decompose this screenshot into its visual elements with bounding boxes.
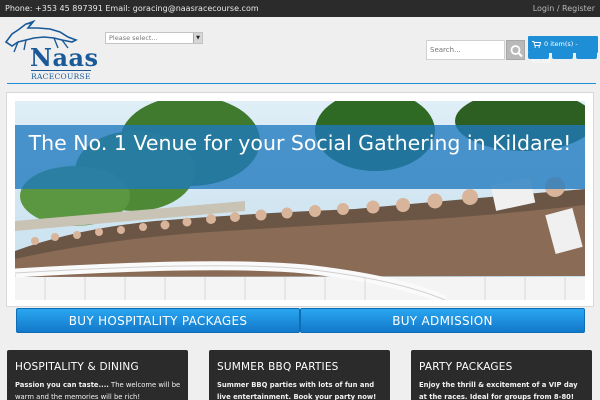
card-party-packages[interactable]: PARTY PACKAGES Enjoy the thrill & excite…: [411, 350, 592, 400]
site-header: Naas RACECOURSE Please select... ▼ 0 ite…: [0, 17, 600, 85]
logo-subtext: RACECOURSE: [31, 70, 91, 81]
card-lead: Enjoy the thrill & excitement of a VIP d…: [419, 381, 578, 400]
site-logo[interactable]: Naas RACECOURSE: [4, 20, 106, 82]
hero-slider[interactable]: The No. 1 Venue for your Social Gatherin…: [15, 101, 585, 300]
card-title: SUMMER BBQ PARTIES: [217, 361, 339, 373]
contact-info: Phone: +353 45 897391 Email: goracing@na…: [5, 4, 259, 13]
card-lead: Summer BBQ parties with lots of fun and …: [217, 381, 377, 400]
language-select[interactable]: Please select... ▼: [105, 32, 203, 44]
chevron-down-icon[interactable]: ▼: [193, 33, 202, 43]
top-bar: Phone: +353 45 897391 Email: goracing@na…: [0, 0, 600, 17]
card-text: Passion you can taste.... The welcome wi…: [15, 379, 183, 400]
hero-headline: The No. 1 Venue for your Social Gatherin…: [28, 131, 572, 155]
select-value: Please select...: [109, 34, 158, 42]
cart-icon: [532, 40, 541, 48]
logo-text: Naas: [30, 43, 99, 72]
card-text: Summer BBQ parties with lots of fun and …: [217, 379, 385, 400]
cart-button[interactable]: 0 item(s) - €0.00: [528, 36, 598, 65]
header-tab-2[interactable]: [552, 53, 573, 59]
search-icon: [510, 45, 523, 58]
login-register-link[interactable]: Login / Register: [533, 0, 595, 17]
buy-hospitality-button[interactable]: BUY HOSPITALITY PACKAGES: [16, 308, 300, 333]
card-lead: Passion you can taste....: [15, 381, 109, 389]
hero-caption: The No. 1 Venue for your Social Gatherin…: [15, 125, 585, 189]
header-tab-1[interactable]: [528, 53, 549, 59]
card-hospitality-dining[interactable]: HOSPITALITY & DINING Passion you can tas…: [7, 350, 188, 400]
search-button[interactable]: [506, 40, 525, 60]
card-summer-bbq[interactable]: SUMMER BBQ PARTIES Summer BBQ parties wi…: [209, 350, 390, 400]
card-title: PARTY PACKAGES: [419, 361, 513, 373]
card-title: HOSPITALITY & DINING: [15, 361, 139, 373]
buy-admission-button[interactable]: BUY ADMISSION: [300, 308, 585, 333]
header-tab-3[interactable]: [576, 53, 597, 59]
header-divider: [7, 83, 596, 84]
card-text: Enjoy the thrill & excitement of a VIP d…: [419, 379, 587, 400]
search-input[interactable]: [426, 40, 505, 60]
